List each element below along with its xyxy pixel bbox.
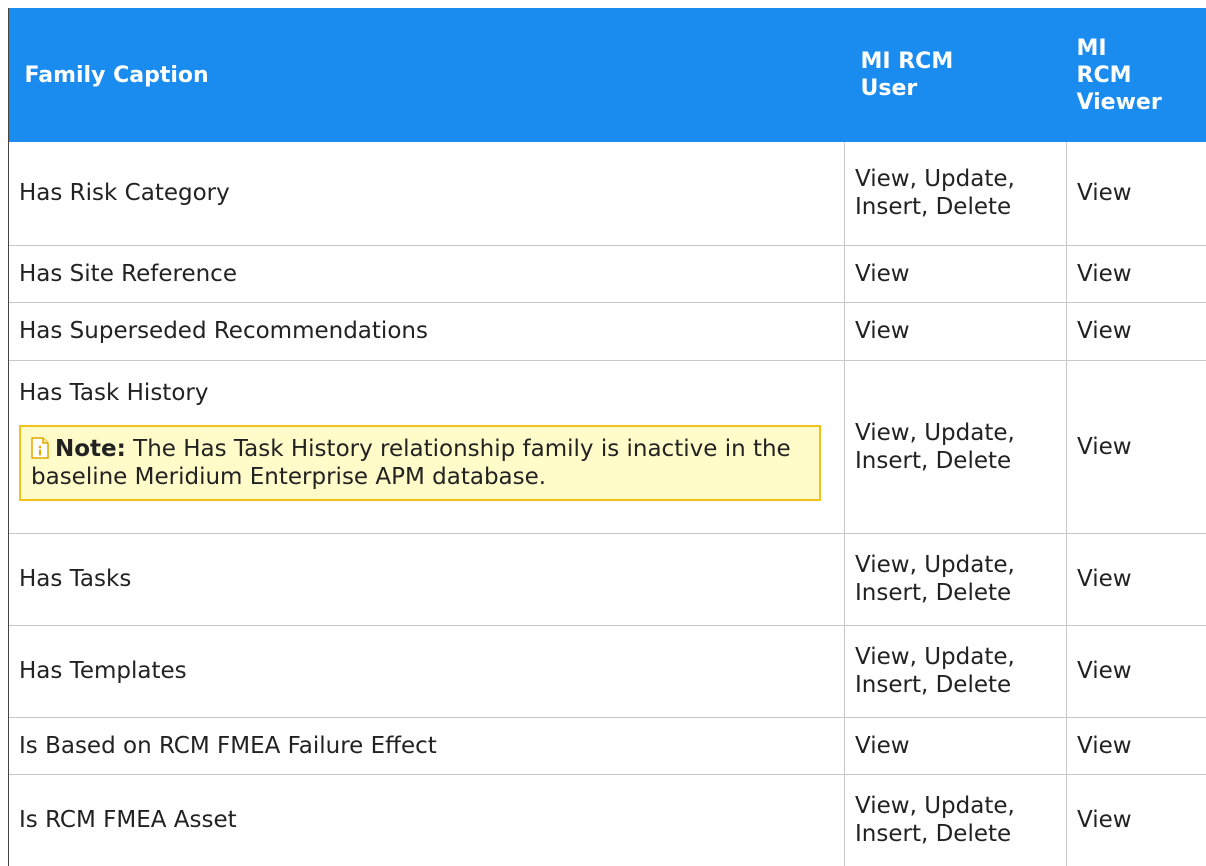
header-rcm-user: MI RCM User — [845, 8, 1067, 142]
row-viewer-permissions: View — [1067, 625, 1206, 717]
row-viewer-permissions: View — [1067, 245, 1206, 302]
note-label: Note: — [55, 436, 126, 462]
header-row: Family Caption MI RCM User MI RCM Viewer — [9, 8, 1206, 142]
row-user-permissions: View — [845, 302, 1067, 360]
note-text: The Has Task History relationship family… — [31, 436, 791, 490]
note-info-icon — [31, 437, 49, 459]
table-header: Family Caption MI RCM User MI RCM Viewer — [9, 8, 1206, 142]
table-row: Is Based on RCM FMEA Failure Effect View… — [9, 717, 1206, 774]
row-user-permissions-text: View, Update, Insert, Delete — [855, 643, 1055, 699]
row-viewer-permissions: View — [1067, 717, 1206, 774]
row-viewer-permissions: View — [1067, 774, 1206, 866]
table-row: Has Tasks View, Update, Insert, Delete V… — [9, 533, 1206, 625]
row-user-permissions: View, Update, Insert, Delete — [845, 774, 1067, 866]
row-user-permissions: View, Update, Insert, Delete — [845, 625, 1067, 717]
header-rcm-viewer-label: MI RCM Viewer — [1077, 35, 1157, 116]
row-viewer-permissions: View — [1067, 302, 1206, 360]
table-row: Is RCM FMEA Asset View, Update, Insert, … — [9, 774, 1206, 866]
row-user-permissions: View, Update, Insert, Delete — [845, 533, 1067, 625]
row-user-permissions: View — [845, 245, 1067, 302]
table-row: Has Site Reference View View — [9, 245, 1206, 302]
row-caption: Has Tasks — [9, 533, 845, 625]
table-row: Has Risk Category View, Update, Insert, … — [9, 142, 1206, 245]
header-family-caption: Family Caption — [9, 8, 845, 142]
table-row: Has Task History Note: The Has Task Hist… — [9, 360, 1206, 533]
note-box: Note: The Has Task History relationship … — [19, 425, 821, 501]
row-user-permissions-text: View, Update, Insert, Delete — [855, 792, 1055, 848]
row-caption: Is RCM FMEA Asset — [9, 774, 845, 866]
table-body: Has Risk Category View, Update, Insert, … — [9, 142, 1206, 866]
row-viewer-permissions: View — [1067, 533, 1206, 625]
row-caption: Has Risk Category — [9, 142, 845, 245]
row-caption: Has Superseded Recommendations — [9, 302, 845, 360]
header-rcm-user-label: MI RCM User — [861, 48, 971, 102]
row-user-permissions: View, Update, Insert, Delete — [845, 142, 1067, 245]
row-user-permissions-text: View, Update, Insert, Delete — [855, 165, 1055, 221]
permissions-table-container: Family Caption MI RCM User MI RCM Viewer… — [8, 8, 1206, 866]
row-caption-with-note: Has Task History Note: The Has Task Hist… — [9, 360, 845, 533]
note-info-icon-graphic — [31, 437, 49, 459]
row-caption: Has Site Reference — [9, 245, 845, 302]
row-user-permissions: View, Update, Insert, Delete — [845, 360, 1067, 533]
table-left-border — [8, 8, 9, 858]
table-row: Has Superseded Recommendations View View — [9, 302, 1206, 360]
row-user-permissions: View — [845, 717, 1067, 774]
table-row: Has Templates View, Update, Insert, Dele… — [9, 625, 1206, 717]
row-viewer-permissions: View — [1067, 360, 1206, 533]
permissions-table: Family Caption MI RCM User MI RCM Viewer… — [8, 8, 1206, 866]
row-caption: Has Task History — [19, 379, 832, 407]
row-caption: Has Templates — [9, 625, 845, 717]
header-rcm-viewer: MI RCM Viewer — [1067, 8, 1206, 142]
row-user-permissions-text: View, Update, Insert, Delete — [855, 419, 1055, 475]
row-caption: Is Based on RCM FMEA Failure Effect — [9, 717, 845, 774]
row-viewer-permissions: View — [1067, 142, 1206, 245]
row-user-permissions-text: View, Update, Insert, Delete — [855, 551, 1055, 607]
